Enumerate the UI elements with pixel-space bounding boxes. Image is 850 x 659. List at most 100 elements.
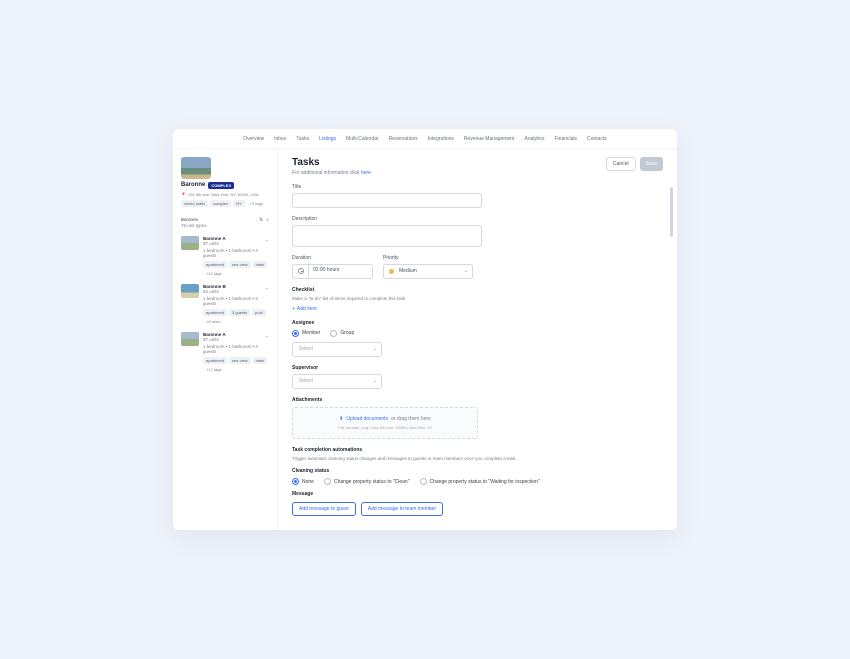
unit-detail: 1 bedroom • 1 bathroom • 4 guests [203,344,269,354]
unit-tag[interactable]: apartment [203,357,227,364]
property-tags: zeeko mailscomplexNY+3 tags [181,200,269,207]
add-message-guest-button[interactable]: Add message to guest [292,502,356,516]
priority-dot-icon [389,269,394,274]
main-panel: Tasks For additional information click h… [278,149,677,530]
chevron-down-icon: ⌄ [373,346,377,352]
description-input[interactable] [292,225,482,247]
radio-dot-icon [420,478,427,485]
units-list: Baronne A97 units1 bedroom • 1 bathroom … [181,236,269,373]
cleaning-radio-label: Change property status to "Waiting for i… [430,479,540,485]
checklist-label: Checklist [292,287,663,293]
chevron-down-icon: ⌄ [464,268,468,274]
unit-tags: apartment3 guestspool +6 more [203,309,269,325]
nav-integrations[interactable]: Integrations [428,136,454,142]
clock-icon [292,264,308,279]
add-item-button[interactable]: + Add item [292,306,317,312]
attachments-label: Attachments [292,397,663,403]
description-label: Description [292,216,663,222]
upload-hint: File formats: png | Max file size: 20MB … [299,425,471,430]
unit-item[interactable]: Baronne B62 units1 bedroom • 1 bathroom … [181,284,269,325]
chevron-down-icon[interactable]: ⌄ [265,333,269,339]
upload-dropzone[interactable]: ⬆ Upload documents or drag them here Fil… [292,407,478,439]
nav-analytics[interactable]: Analytics [524,136,544,142]
assignee-radio[interactable]: Group [330,330,354,337]
chevron-down-icon: ⌄ [373,378,377,384]
page-title: Tasks [292,157,371,168]
unit-tag[interactable]: sea view [229,261,251,268]
unit-tag[interactable]: sea view [229,357,251,364]
scrollbar[interactable] [670,187,673,237]
priority-select[interactable]: Medium ⌄ [383,264,473,279]
unit-item[interactable]: Baronne A97 units1 bedroom • 1 bathroom … [181,236,269,277]
help-text: For additional information click here [292,170,371,176]
upload-link[interactable]: Upload documents [346,416,388,422]
assignee-radio-label: Group [340,330,354,336]
cancel-button[interactable]: Cancel [606,157,636,171]
sort-icon[interactable]: ⇅ [259,217,263,223]
more-tags[interactable]: +6 more [203,318,224,325]
address-text: 131 5th Ave, New York, NY 10003, USA [188,192,259,197]
supervisor-label: Supervisor [292,365,663,371]
chevron-down-icon[interactable]: ⌄ [265,285,269,291]
save-button[interactable]: Save [640,157,663,171]
unit-sub: 97 units [203,337,269,342]
nav-tasks[interactable]: Tasks [296,136,309,142]
title-input[interactable] [292,193,482,208]
unit-tag[interactable]: apartment [203,309,227,316]
more-tags[interactable]: +3 tags [247,200,266,207]
radio-dot-icon [292,330,299,337]
assignee-select[interactable]: Select ⌄ [292,342,382,357]
unit-tags: apartmentsea viewmain +17 tags [203,357,269,373]
property-tag[interactable]: zeeko mails [181,200,208,207]
cleaning-status-label: Cleaning status [292,468,663,474]
upload-suffix: or drag them here [391,416,431,422]
unit-detail: 1 bedroom • 1 bathroom • 2 guests [203,296,269,306]
unit-tag[interactable]: 3 guests [229,309,250,316]
radio-dot-icon [330,330,337,337]
unit-tag[interactable]: apartment [203,261,227,268]
unit-tag[interactable]: main [253,357,268,364]
search-icon[interactable]: ⌕ [266,217,269,223]
nav-reservations[interactable]: Reservations [389,136,418,142]
property-photo [181,157,211,179]
help-link[interactable]: here [361,170,371,176]
upload-icon: ⬆ [339,416,343,422]
duration-input[interactable]: 02:00 hours [308,264,373,279]
assignee-radio[interactable]: Member [292,330,320,337]
cleaning-radio[interactable]: None [292,478,314,485]
property-tag[interactable]: NY [233,200,245,207]
cleaning-radio-group: None Change property status to "Clean" Cha… [292,478,663,485]
cleaning-radio-label: Change property status to "Clean" [334,479,410,485]
chevron-down-icon[interactable]: ⌄ [265,237,269,243]
assignee-label: Assignee [292,320,663,326]
unit-photo [181,236,199,250]
top-nav: Overview Inbox Tasks Listings Multi-Calendar… [173,129,677,149]
more-tags[interactable]: +17 tags [203,366,224,373]
property-address: 📍 131 5th Ave, New York, NY 10003, USA [181,192,269,197]
nav-overview[interactable]: Overview [243,136,264,142]
automations-help: Trigger automatic cleaning status change… [292,456,522,462]
checklist-help: Make a "to-do" list of items required to… [292,296,663,301]
nav-contacts[interactable]: Contacts [587,136,607,142]
nav-multi-calendar[interactable]: Multi-Calendar [346,136,379,142]
cleaning-radio[interactable]: Change property status to "Clean" [324,478,410,485]
unit-item[interactable]: Baronne A97 units1 bedroom • 1 bathroom … [181,332,269,373]
nav-revenue-management[interactable]: Revenue Management [464,136,515,142]
nav-inbox[interactable]: Inbox [274,136,286,142]
add-message-team-button[interactable]: Add message to team member [361,502,443,516]
unit-sub: 62 units [203,289,269,294]
cleaning-radio[interactable]: Change property status to "Waiting for i… [420,478,540,485]
priority-label: Priority [383,255,473,261]
nav-financials[interactable]: Financials [555,136,578,142]
duration-label: Duration [292,255,373,261]
unit-tags: apartmentsea viewmain +12 tags [203,261,269,277]
app-window: Overview Inbox Tasks Listings Multi-Calendar… [173,129,677,530]
unit-tag[interactable]: main [253,261,268,268]
supervisor-select[interactable]: Select ⌄ [292,374,382,389]
more-tags[interactable]: +12 tags [203,270,224,277]
nav-listings[interactable]: Listings [319,136,336,142]
property-tag[interactable]: complex [210,200,231,207]
plus-icon: + [292,306,295,312]
cleaning-radio-label: None [302,479,314,485]
unit-tag[interactable]: pool [252,309,266,316]
